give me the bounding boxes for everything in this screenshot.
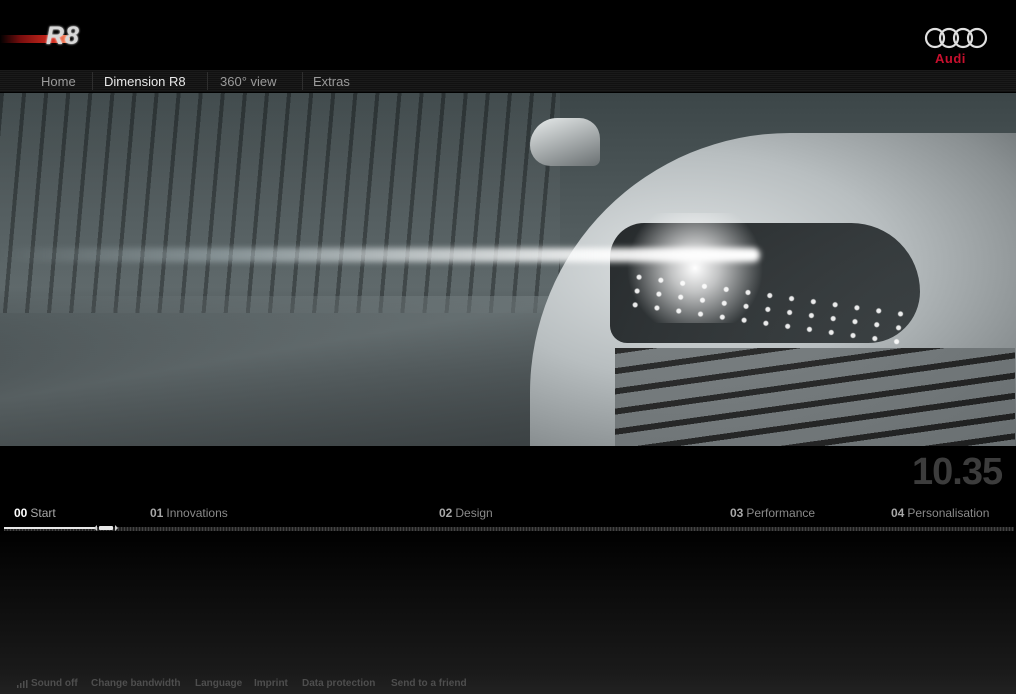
hero-car-mirror bbox=[530, 118, 600, 166]
chapter-label: Personalisation bbox=[907, 506, 990, 520]
timeline-track[interactable] bbox=[4, 527, 1014, 531]
chapter-number: 01 bbox=[150, 506, 164, 520]
footer-change-bandwidth[interactable]: Change bandwidth bbox=[91, 678, 180, 689]
chapter-number: 03 bbox=[730, 506, 744, 520]
chapter-number: 04 bbox=[891, 506, 905, 520]
hero-headlight-glow bbox=[615, 213, 775, 323]
nav-item-360-view[interactable]: 360° view bbox=[220, 74, 277, 89]
sound-bars-icon[interactable] bbox=[17, 680, 29, 688]
footer-imprint[interactable]: Imprint bbox=[254, 678, 288, 689]
playhead-handle-icon[interactable] bbox=[93, 524, 119, 532]
footer-bar: Sound off Change bandwidth Language Impr… bbox=[0, 676, 1016, 694]
main-nav: Home Dimension R8 360° view Extras bbox=[0, 70, 1016, 92]
r8-logo[interactable]: R8 bbox=[0, 22, 118, 52]
chapter-label: Start bbox=[30, 506, 56, 520]
r8-logo-text: R8 bbox=[46, 22, 80, 50]
timecode: 10.35 bbox=[912, 451, 1003, 493]
app-frame: R8 Audi Home Dimension R8 360° view Extr… bbox=[0, 0, 1016, 694]
chapter-design[interactable]: 02 Design bbox=[439, 506, 493, 520]
hero-motion-blur-wall bbox=[0, 93, 560, 313]
nav-item-dimension-r8[interactable]: Dimension R8 bbox=[104, 74, 186, 89]
timeline-progress bbox=[4, 527, 95, 529]
chapter-performance[interactable]: 03 Performance bbox=[730, 506, 815, 520]
hero-road bbox=[0, 296, 620, 446]
audi-wordmark: Audi bbox=[935, 51, 966, 66]
footer-sound-off[interactable]: Sound off bbox=[31, 678, 78, 689]
chapter-personalisation[interactable]: 04 Personalisation bbox=[891, 506, 989, 520]
nav-item-home[interactable]: Home bbox=[41, 74, 76, 89]
hero-video[interactable] bbox=[0, 93, 1016, 446]
nav-item-extras[interactable]: Extras bbox=[313, 74, 350, 89]
footer-language[interactable]: Language bbox=[195, 678, 242, 689]
chapter-start[interactable]: 00 Start bbox=[14, 506, 56, 520]
chapter-label: Design bbox=[455, 506, 493, 520]
nav-separator bbox=[92, 72, 93, 90]
hero-air-intake bbox=[615, 348, 1015, 446]
nav-separator bbox=[207, 72, 208, 90]
footer-send-to-friend[interactable]: Send to a friend bbox=[391, 678, 467, 689]
chapter-number: 00 bbox=[14, 506, 28, 520]
chapter-innovations[interactable]: 01 Innovations bbox=[150, 506, 228, 520]
chapter-number: 02 bbox=[439, 506, 453, 520]
chapter-label: Performance bbox=[746, 506, 816, 520]
nav-separator bbox=[302, 72, 303, 90]
chapter-label: Innovations bbox=[166, 506, 228, 520]
footer-data-protection[interactable]: Data protection bbox=[302, 678, 375, 689]
